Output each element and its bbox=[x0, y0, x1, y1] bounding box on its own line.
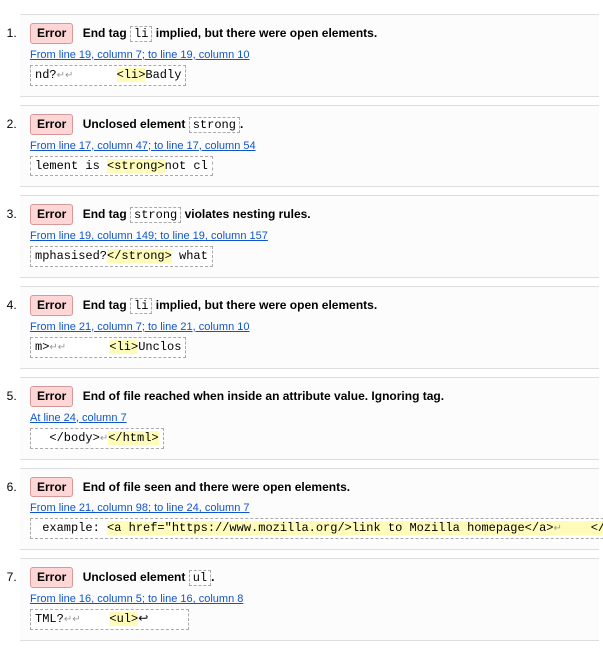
location-link[interactable]: At line 24, column 7 bbox=[30, 412, 127, 424]
message-code: strong bbox=[189, 117, 240, 133]
location-link[interactable]: From line 21, column 7; to line 21, colu… bbox=[30, 321, 250, 333]
code-extract: nd?↵↵ <li>Badly bbox=[30, 65, 186, 86]
error-item: Error End of file seen and there were op… bbox=[20, 468, 599, 551]
message-text: End tag li implied, but there were open … bbox=[83, 298, 377, 312]
code-extract: m>↵↵ <li>Unclos bbox=[30, 337, 186, 358]
message-code: li bbox=[130, 26, 152, 42]
code-extract: lement is <strong>not cl bbox=[30, 156, 213, 177]
location-link[interactable]: From line 19, column 149; to line 19, co… bbox=[30, 230, 268, 242]
error-list: Error End tag li implied, but there were… bbox=[0, 0, 603, 659]
message-text: Unclosed element ul. bbox=[83, 570, 215, 584]
error-item: Error Unclosed element ul. From line 16, … bbox=[20, 558, 599, 641]
code-extract: mphasised?</strong> what bbox=[30, 246, 213, 267]
message-line: Error End of file reached when inside an… bbox=[30, 386, 589, 407]
message-text: Unclosed element strong. bbox=[83, 117, 244, 131]
location-link[interactable]: From line 17, column 47; to line 17, col… bbox=[30, 140, 256, 152]
error-badge: Error bbox=[30, 386, 73, 407]
message-line: Error End tag li implied, but there were… bbox=[30, 23, 589, 44]
message-line: Error End of file seen and there were op… bbox=[30, 477, 589, 498]
message-text: End of file reached when inside an attri… bbox=[83, 389, 444, 403]
error-badge: Error bbox=[30, 567, 73, 588]
error-item: Error Unclosed element strong. From line … bbox=[20, 105, 599, 188]
error-badge: Error bbox=[30, 295, 73, 316]
error-item: Error End of file reached when inside an… bbox=[20, 377, 599, 460]
location-link[interactable]: From line 19, column 7; to line 19, colu… bbox=[30, 49, 250, 61]
message-code: ul bbox=[189, 570, 211, 586]
message-line: Error End tag li implied, but there were… bbox=[30, 295, 589, 316]
error-badge: Error bbox=[30, 114, 73, 135]
message-text: End tag li implied, but there were open … bbox=[83, 26, 377, 40]
error-item: Error End tag li implied, but there were… bbox=[20, 14, 599, 97]
location-link[interactable]: From line 21, column 98; to line 24, col… bbox=[30, 502, 250, 514]
message-text: End tag strong violates nesting rules. bbox=[83, 207, 311, 221]
error-item: Error End tag li implied, but there were… bbox=[20, 286, 599, 369]
message-line: Error Unclosed element ul. bbox=[30, 567, 589, 588]
message-code: strong bbox=[130, 207, 181, 223]
message-line: Error End tag strong violates nesting ru… bbox=[30, 204, 589, 225]
error-item: Error End tag strong violates nesting ru… bbox=[20, 195, 599, 278]
message-text: End of file seen and there were open ele… bbox=[83, 480, 350, 494]
message-line: Error Unclosed element strong. bbox=[30, 114, 589, 135]
code-extract: TML?↵↵ <ul>↩ bbox=[30, 609, 189, 630]
error-badge: Error bbox=[30, 23, 73, 44]
code-extract: </body>↵</html> bbox=[30, 428, 164, 449]
message-code: li bbox=[130, 298, 152, 314]
location-link[interactable]: From line 16, column 5; to line 16, colu… bbox=[30, 593, 243, 605]
error-badge: Error bbox=[30, 477, 73, 498]
error-badge: Error bbox=[30, 204, 73, 225]
code-extract: example: <a href="https://www.mozilla.or… bbox=[30, 518, 603, 539]
